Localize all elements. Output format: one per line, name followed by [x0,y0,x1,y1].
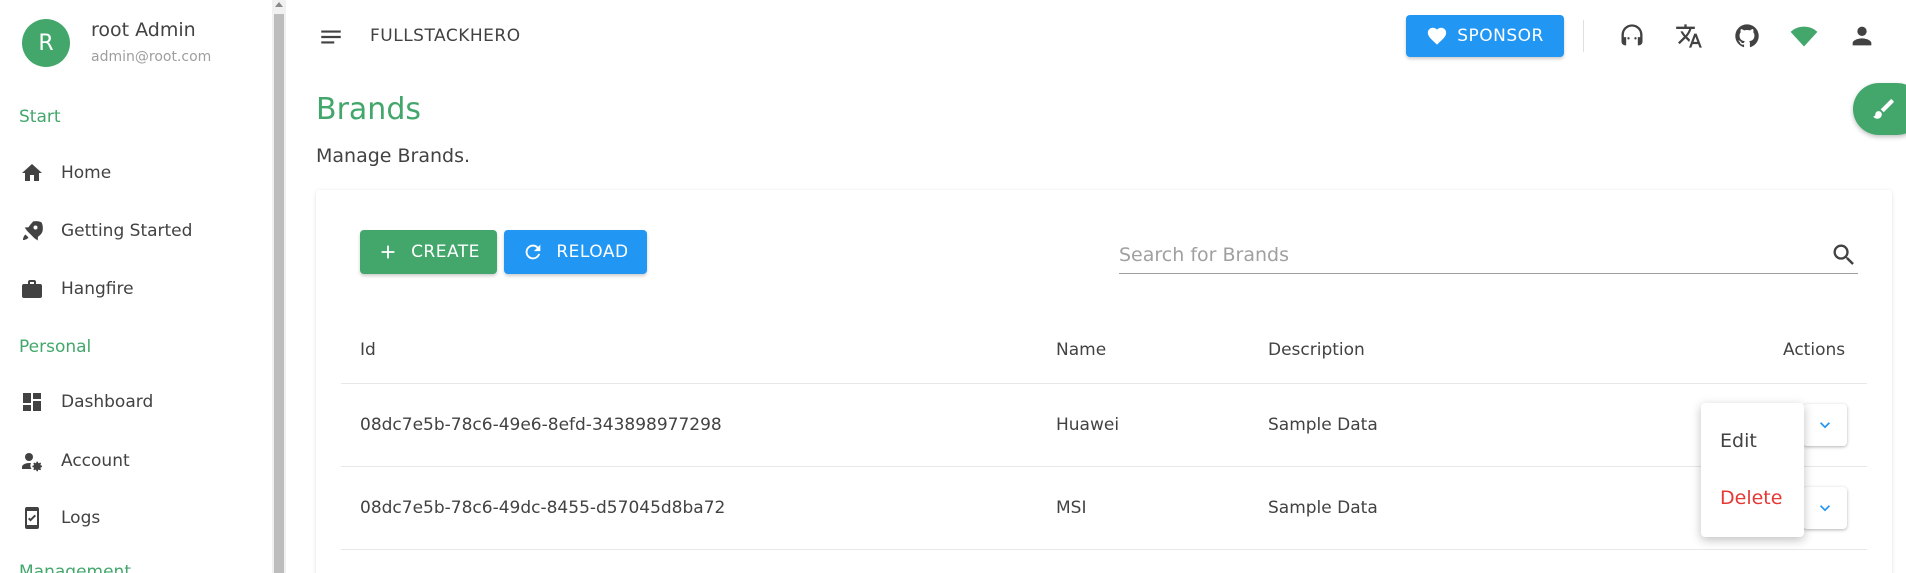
sidebar: R root Admin admin@root.com Start Home G… [0,0,272,573]
cell-name: MSI [1056,498,1087,518]
cell-id: 08dc7e5b-78c6-49dc-8455-d57045d8ba72 [360,498,726,518]
user-icon[interactable] [1847,21,1877,51]
logs-icon [19,505,45,531]
row-actions-button[interactable] [1803,487,1847,529]
cell-id: 08dc7e5b-78c6-49e6-8efd-343898977298 [360,415,722,435]
section-start: Start [19,107,61,127]
sidebar-item-logs[interactable]: Logs [0,494,272,542]
menu-icon[interactable] [318,24,344,50]
heart-icon [1428,27,1447,45]
page-subtitle: Manage Brands. [316,145,471,167]
column-header-id[interactable]: Id [360,340,376,360]
column-header-actions: Actions [1783,340,1846,360]
row-actions-button[interactable] [1803,404,1847,446]
menu-item-delete[interactable]: Delete [1720,487,1782,509]
sponsor-button[interactable]: SPONSOR [1406,15,1564,57]
wifi-icon[interactable] [1789,21,1819,51]
sidebar-item-home[interactable]: Home [0,149,272,197]
briefcase-icon [19,276,45,302]
chevron-down-icon [1820,505,1830,512]
column-header-description[interactable]: Description [1268,340,1365,360]
translate-icon[interactable] [1674,21,1704,51]
sidebar-item-label: Hangfire [61,279,134,299]
sidebar-item-label: Home [61,163,112,183]
user-name: root Admin [91,19,196,41]
sidebar-scrollbar[interactable] [272,0,286,573]
sidebar-item-getting-started[interactable]: Getting Started [0,207,272,255]
search-icon[interactable] [1830,241,1858,269]
row-divider [341,466,1867,467]
scroll-up-arrow-icon[interactable] [275,2,283,7]
account-settings-icon [19,448,45,474]
sponsor-label: SPONSOR [1457,26,1544,46]
cell-description: Sample Data [1268,415,1378,435]
section-management: Management [19,562,131,573]
row-divider [341,383,1867,384]
app-brand[interactable]: FULLSTACKHERO [370,26,521,46]
search-input[interactable] [1119,240,1799,270]
github-icon[interactable] [1732,21,1762,51]
plus-icon [381,245,395,259]
search-field [1119,236,1858,274]
app-root: R root Admin admin@root.com Start Home G… [0,0,1906,573]
section-personal: Personal [19,337,92,357]
chevron-down-icon [1820,422,1830,429]
reload-button[interactable]: RELOAD [504,230,647,274]
refresh-icon [526,244,541,260]
support-icon[interactable] [1617,21,1647,51]
sidebar-item-label: Dashboard [61,392,154,412]
sidebar-item-label: Getting Started [61,221,193,241]
avatar-initial: R [38,30,54,56]
rocket-icon [19,218,45,244]
create-button[interactable]: CREATE [360,230,497,274]
scroll-thumb[interactable] [274,14,284,573]
cell-description: Sample Data [1268,498,1378,518]
column-header-name[interactable]: Name [1056,340,1106,360]
menu-item-edit[interactable]: Edit [1720,430,1757,452]
user-email: admin@root.com [91,49,212,65]
reload-label: RELOAD [556,242,629,262]
dashboard-icon [19,389,45,415]
sidebar-item-label: Logs [61,508,101,528]
sidebar-item-label: Account [61,451,130,471]
avatar[interactable]: R [22,19,70,67]
row-divider [341,549,1867,550]
theme-edit-button[interactable] [1853,83,1906,135]
topbar-divider [1583,20,1584,52]
page-title: Brands [316,92,421,127]
actions-menu: Edit Delete [1701,403,1804,537]
sidebar-item-hangfire[interactable]: Hangfire [0,265,272,313]
sidebar-item-dashboard[interactable]: Dashboard [0,378,272,426]
cell-name: Huawei [1056,415,1120,435]
home-icon [19,160,45,186]
sidebar-item-account[interactable]: Account [0,437,272,485]
brush-icon [1873,99,1894,119]
create-label: CREATE [411,242,480,262]
